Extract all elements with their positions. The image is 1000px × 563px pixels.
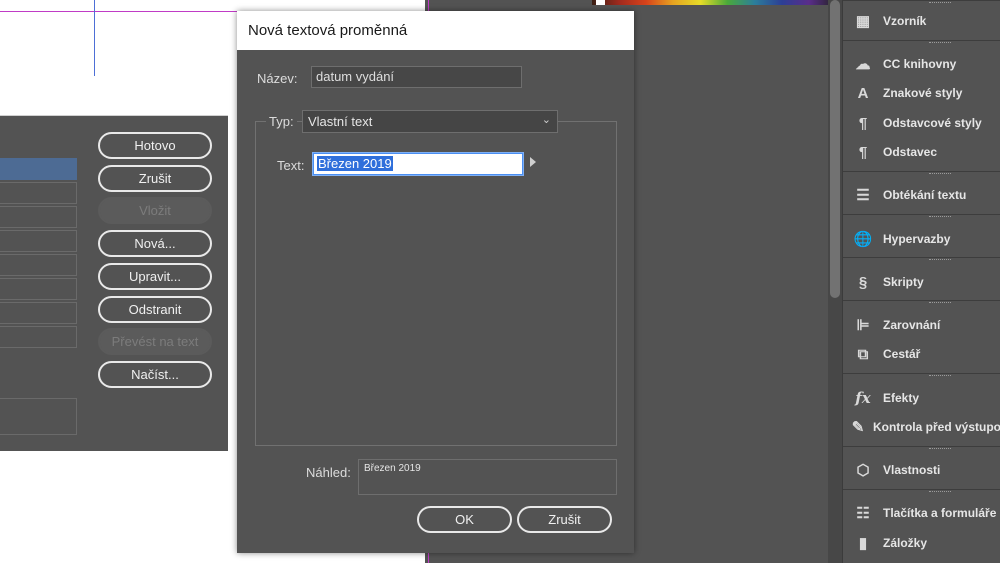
done-button[interactable]: Hotovo [98, 132, 212, 159]
panel-separator[interactable] [843, 40, 1000, 45]
list-item[interactable] [0, 326, 77, 348]
panel-separator[interactable] [843, 300, 1000, 305]
color-ramp[interactable] [592, 0, 836, 5]
panel-item-text-wrap[interactable]: ☰ Obtékání textu [843, 182, 1000, 208]
text-field-value: Březen 2019 [317, 156, 393, 171]
chevron-down-icon: ⌄ [541, 114, 551, 126]
text-wrap-icon: ☰ [856, 187, 870, 204]
list-item[interactable] [0, 254, 77, 276]
panel-separator[interactable] [843, 489, 1000, 494]
panel-item-scripts[interactable]: § Skripty [843, 269, 1000, 295]
text-label: Text: [277, 158, 305, 173]
list-item[interactable] [0, 302, 77, 324]
panel-separator[interactable] [843, 446, 1000, 451]
buttons-forms-icon: ☷ [856, 505, 870, 522]
dialog-titlebar[interactable]: Nová textová proměnná [237, 11, 634, 50]
panel-item-properties[interactable]: ⬡ Vlastnosti [843, 457, 1000, 483]
panel-separator[interactable] [843, 373, 1000, 378]
vertical-scrollbar[interactable] [828, 0, 842, 563]
ok-button[interactable]: OK [417, 506, 512, 533]
variables-list[interactable] [0, 158, 78, 368]
list-item[interactable] [0, 182, 77, 204]
name-field[interactable]: datum vydání [311, 66, 522, 88]
variable-description-box [0, 398, 77, 435]
list-item[interactable] [0, 158, 77, 180]
panel-separator[interactable] [843, 214, 1000, 219]
convert-to-text-button[interactable]: Převést na text [98, 328, 212, 355]
type-label: Typ: [266, 114, 297, 129]
panel-separator[interactable] [843, 171, 1000, 176]
panel-item-cc-libraries[interactable]: ☁ CC knihovny [843, 51, 1000, 77]
character-styles-icon: A [857, 84, 869, 102]
type-dropdown-value: Vlastní text [308, 114, 373, 129]
list-item[interactable] [0, 278, 77, 300]
scrollbar-thumb[interactable] [830, 0, 840, 298]
special-characters-menu-icon[interactable] [530, 157, 536, 167]
cancel-button[interactable]: Zrušit [517, 506, 612, 533]
properties-icon: ⬡ [856, 462, 870, 479]
scripts-icon: § [858, 273, 868, 291]
pathfinder-icon: ⧉ [857, 345, 869, 363]
bg-cancel-button[interactable]: Zrušit [98, 165, 212, 192]
hyperlinks-icon: 🌐 [853, 231, 873, 248]
load-button[interactable]: Načíst... [98, 361, 212, 388]
fx-icon: fx [855, 389, 871, 407]
align-icon: ⊫ [856, 317, 870, 334]
list-item[interactable] [0, 206, 77, 228]
panel-item-hyperlinks[interactable]: 🌐 Hypervazby [843, 226, 1000, 252]
cc-libraries-icon: ☁ [855, 56, 871, 73]
dialog-title: Nová textová proměnná [248, 22, 408, 39]
type-dropdown[interactable]: Vlastní text ⌄ [302, 110, 558, 133]
text-field[interactable]: Březen 2019 [313, 153, 523, 175]
preflight-icon: ✎ [851, 419, 865, 436]
panel-item-bookmarks[interactable]: ▮ Záložky [843, 530, 1000, 556]
panel-dock: ▦ Vzorník ☁ CC knihovny A Znakové styly … [842, 0, 1000, 563]
new-text-variable-dialog: Nová textová proměnná Název: datum vydán… [237, 11, 634, 553]
panel-item-buttons-forms[interactable]: ☷ Tlačítka a formuláře [843, 500, 1000, 526]
panel-item-paragraph[interactable]: ¶ Odstavec [843, 139, 1000, 165]
new-button[interactable]: Nová... [98, 230, 212, 257]
list-item[interactable] [0, 230, 77, 252]
panel-item-preflight[interactable]: ✎ Kontrola před výstupo [843, 414, 1000, 440]
panel-item-swatches[interactable]: ▦ Vzorník [843, 8, 1000, 34]
column-guide [94, 0, 95, 80]
preview-box: Březen 2019 [358, 459, 617, 495]
insert-button[interactable]: Vložit [98, 197, 212, 224]
name-label: Název: [257, 71, 298, 86]
none-swatch [596, 0, 605, 5]
pilcrow-icon: ¶ [858, 143, 868, 161]
swatches-icon: ▦ [855, 13, 871, 30]
edit-button[interactable]: Upravit... [98, 263, 212, 290]
bg-dialog-titlebar[interactable] [0, 76, 228, 116]
panel-item-paragraph-styles[interactable]: ¶ Odstavcové styly [843, 110, 1000, 136]
panel-separator[interactable] [843, 0, 1000, 5]
bookmark-icon: ▮ [858, 535, 868, 552]
delete-button[interactable]: Odstranit [98, 296, 212, 323]
text-variables-dialog: Hotovo Zrušit Vložit Nová... Upravit... … [0, 76, 228, 451]
panel-item-character-styles[interactable]: A Znakové styly [843, 80, 1000, 106]
preview-label: Náhled: [306, 465, 351, 480]
panel-item-effects[interactable]: fx Efekty [843, 385, 1000, 411]
panel-item-align[interactable]: ⊫ Zarovnání [843, 312, 1000, 338]
panel-item-pathfinder[interactable]: ⧉ Cestář [843, 341, 1000, 367]
paragraph-styles-icon: ¶ [858, 114, 868, 132]
panel-separator[interactable] [843, 257, 1000, 262]
